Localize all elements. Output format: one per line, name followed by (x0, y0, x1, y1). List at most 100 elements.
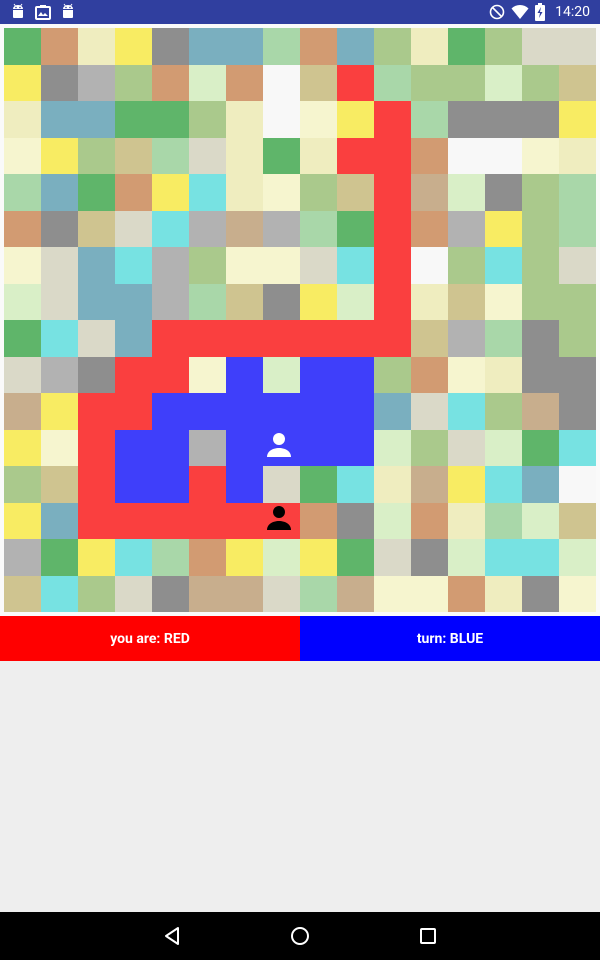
board-cell[interactable] (263, 247, 300, 284)
board-cell[interactable] (189, 137, 226, 174)
board-cell[interactable] (78, 101, 115, 138)
board-cell[interactable] (4, 64, 41, 101)
board-cell[interactable] (263, 174, 300, 211)
board-cell[interactable] (152, 393, 189, 430)
board-cell[interactable] (41, 466, 78, 503)
board-cell[interactable] (374, 210, 411, 247)
board-cell[interactable] (41, 174, 78, 211)
board-cell[interactable] (300, 247, 337, 284)
board-cell[interactable] (115, 320, 152, 357)
board-cell[interactable] (448, 320, 485, 357)
board-cell[interactable] (226, 101, 263, 138)
board-cell[interactable] (78, 28, 115, 65)
board-cell[interactable] (78, 320, 115, 357)
board-cell[interactable] (300, 174, 337, 211)
board-cell[interactable] (4, 356, 41, 393)
board-cell[interactable] (522, 247, 559, 284)
board-cell[interactable] (337, 429, 374, 466)
board-cell[interactable] (300, 210, 337, 247)
board-cell[interactable] (448, 356, 485, 393)
board-cell[interactable] (41, 575, 78, 612)
board-cell[interactable] (78, 247, 115, 284)
board-cell[interactable] (559, 575, 596, 612)
board-cell[interactable] (374, 174, 411, 211)
board-cell[interactable] (300, 575, 337, 612)
board-cell[interactable] (559, 356, 596, 393)
board-cell[interactable] (263, 101, 300, 138)
board-cell[interactable] (263, 539, 300, 576)
board-cell[interactable] (78, 137, 115, 174)
board-cell[interactable] (78, 539, 115, 576)
board-cell[interactable] (78, 356, 115, 393)
board-cell[interactable] (4, 283, 41, 320)
board-cell[interactable] (226, 64, 263, 101)
board-cell[interactable] (559, 247, 596, 284)
board-cell[interactable] (189, 466, 226, 503)
board-cell[interactable] (226, 393, 263, 430)
board-cell[interactable] (411, 101, 448, 138)
board-cell[interactable] (152, 137, 189, 174)
back-icon[interactable] (160, 924, 184, 948)
board-cell[interactable] (263, 283, 300, 320)
game-board[interactable] (4, 28, 596, 612)
board-cell[interactable] (522, 101, 559, 138)
board-cell[interactable] (263, 356, 300, 393)
board-cell[interactable] (152, 429, 189, 466)
board-cell[interactable] (226, 466, 263, 503)
board-cell[interactable] (448, 539, 485, 576)
recents-icon[interactable] (416, 924, 440, 948)
board-cell[interactable] (522, 320, 559, 357)
board-cell[interactable] (337, 64, 374, 101)
board-cell[interactable] (337, 247, 374, 284)
board-cell[interactable] (448, 502, 485, 539)
board-cell[interactable] (115, 539, 152, 576)
board-cell[interactable] (485, 539, 522, 576)
board-cell[interactable] (263, 393, 300, 430)
board-cell[interactable] (263, 466, 300, 503)
board-cell[interactable] (337, 393, 374, 430)
board-cell[interactable] (41, 539, 78, 576)
board-cell[interactable] (411, 356, 448, 393)
board-cell[interactable] (152, 539, 189, 576)
board-cell[interactable] (374, 575, 411, 612)
board-cell[interactable] (263, 64, 300, 101)
board-cell[interactable] (152, 28, 189, 65)
board-cell[interactable] (78, 283, 115, 320)
board-cell[interactable] (485, 174, 522, 211)
board-cell[interactable] (189, 247, 226, 284)
board-cell[interactable] (300, 429, 337, 466)
board-cell[interactable] (4, 137, 41, 174)
board-cell[interactable] (263, 575, 300, 612)
board-cell[interactable] (485, 28, 522, 65)
board-cell[interactable] (300, 356, 337, 393)
board-cell[interactable] (78, 502, 115, 539)
board-cell[interactable] (559, 429, 596, 466)
board-cell[interactable] (41, 393, 78, 430)
board-cell[interactable] (263, 320, 300, 357)
board-cell[interactable] (559, 101, 596, 138)
board-cell[interactable] (78, 64, 115, 101)
board-cell[interactable] (374, 101, 411, 138)
board-cell[interactable] (337, 356, 374, 393)
board-cell[interactable] (4, 539, 41, 576)
board-cell[interactable] (448, 137, 485, 174)
board-cell[interactable] (337, 502, 374, 539)
board-cell[interactable] (78, 393, 115, 430)
board-cell[interactable] (115, 247, 152, 284)
board-cell[interactable] (41, 101, 78, 138)
board-cell[interactable] (374, 247, 411, 284)
board-cell[interactable] (189, 101, 226, 138)
board-cell[interactable] (337, 101, 374, 138)
board-cell[interactable] (411, 210, 448, 247)
board-cell[interactable] (559, 283, 596, 320)
board-cell[interactable] (41, 283, 78, 320)
board-cell[interactable] (522, 174, 559, 211)
board-cell[interactable] (115, 283, 152, 320)
board-cell[interactable] (78, 174, 115, 211)
board-cell[interactable] (226, 137, 263, 174)
board-cell[interactable] (411, 247, 448, 284)
board-cell[interactable] (485, 283, 522, 320)
board-cell[interactable] (522, 210, 559, 247)
board-cell[interactable] (411, 429, 448, 466)
board-cell[interactable] (4, 174, 41, 211)
